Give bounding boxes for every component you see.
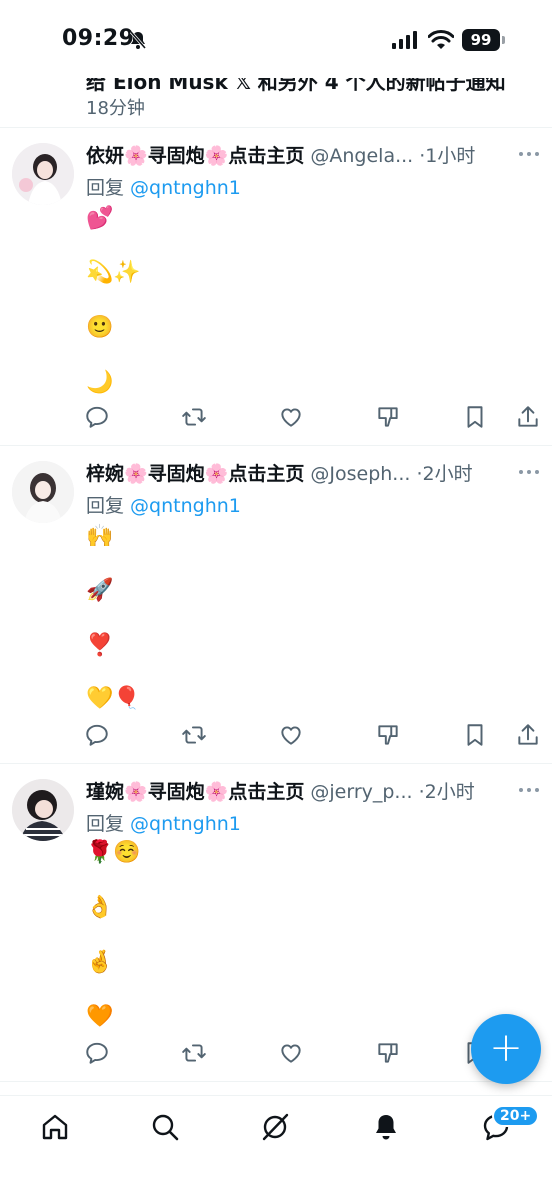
post-text-line: 🤞 [86,950,114,975]
compose-button[interactable]: + [471,1014,541,1084]
avatar[interactable] [12,779,74,841]
post[interactable]: 瑾婉🌸寻固炮🌸点击主页 @jerry_p... ·2小时 回复 @qntnghn… [0,765,552,1082]
like-icon[interactable] [278,404,304,430]
grok-icon[interactable] [260,1112,290,1142]
author-handle[interactable]: @Angela... [310,145,413,167]
reply-prefix: 回复 [86,177,131,199]
battery-tip [502,36,505,44]
compose-plus-label: + [489,1025,523,1071]
mention-link[interactable]: @qntnghn1 [130,813,241,835]
post[interactable]: 依妍🌸寻固炮🌸点击主页 @Angela... ·1小时 回复 @qntnghn1… [0,129,552,446]
post-text-line: 👌 [86,895,114,920]
mention-link[interactable]: @qntnghn1 [130,177,241,199]
reply-icon[interactable] [84,1040,110,1066]
messages-badge: 20+ [492,1105,540,1127]
post-time: ·1小时 [419,145,476,167]
post-text-line: 🧡 [86,1004,114,1029]
post-header: 依妍🌸寻固炮🌸点击主页 @Angela... ·1小时 [86,141,475,168]
dislike-icon[interactable] [375,1040,401,1066]
more-icon[interactable] [518,469,540,475]
search-icon[interactable] [150,1112,180,1142]
reply-to-line: 回复 @qntnghn1 [86,173,241,200]
reply-icon[interactable] [84,404,110,430]
reply-icon[interactable] [84,722,110,748]
signal-icon [392,31,417,49]
reply-to-line: 回复 @qntnghn1 [86,491,241,518]
share-icon[interactable] [515,722,541,748]
post-text-line: 🙌 [86,524,114,549]
post[interactable]: 梓婉🌸寻固炮🌸点击主页 @Joseph... ·2小时 回复 @qntnghn1… [0,447,552,764]
new-posts-notification[interactable]: 给 Elon Musk 𝕏 和另外 4 个人的新帖子通知 18分钟 [0,78,552,128]
notification-time: 18分钟 [86,98,145,119]
home-icon[interactable] [40,1112,70,1142]
more-icon[interactable] [518,151,540,157]
author-handle[interactable]: @Joseph... [310,463,410,485]
post-text-line: 💕 [86,206,114,231]
post-header: 瑾婉🌸寻固炮🌸点击主页 @jerry_p... ·2小时 [86,777,475,804]
post-text-line: 🙂 [86,315,114,340]
avatar[interactable] [12,461,74,523]
bookmark-icon[interactable] [462,722,488,748]
author-name[interactable]: 瑾婉🌸寻固炮🌸点击主页 [86,781,304,803]
more-icon[interactable] [518,787,540,793]
notification-text: 给 Elon Musk 𝕏 和另外 4 个人的新帖子通知 [86,78,506,94]
wifi-icon [428,30,454,49]
notifications-icon[interactable] [371,1112,401,1142]
reply-prefix: 回复 [86,813,131,835]
bookmark-icon[interactable] [462,404,488,430]
bell-off-icon [129,31,147,49]
post-text-line: 🚀 [86,578,114,603]
bottom-nav: 20+ [0,1095,552,1199]
repost-icon[interactable] [181,1040,207,1066]
post-text-line: 💛🎈 [86,686,141,711]
author-handle[interactable]: @jerry_p... [310,781,412,803]
post-text-line: 🌙 [86,370,114,395]
dislike-icon[interactable] [375,722,401,748]
battery-indicator: 99 [462,29,500,51]
repost-icon[interactable] [181,404,207,430]
reply-to-line: 回复 @qntnghn1 [86,809,241,836]
share-icon[interactable] [515,404,541,430]
like-icon[interactable] [278,722,304,748]
author-name[interactable]: 梓婉🌸寻固炮🌸点击主页 [86,463,304,485]
post-time: ·2小时 [418,781,475,803]
post-header: 梓婉🌸寻固炮🌸点击主页 @Joseph... ·2小时 [86,459,473,486]
dislike-icon[interactable] [375,404,401,430]
post-text-line: 🌹☺️ [86,840,141,865]
avatar[interactable] [12,143,74,205]
status-time: 09:29 [62,26,135,51]
reply-prefix: 回复 [86,495,131,517]
author-name[interactable]: 依妍🌸寻固炮🌸点击主页 [86,145,304,167]
post-text-line: 💫✨ [86,260,141,285]
post-text-line: ❣️ [86,633,114,658]
post-time: ·2小时 [416,463,473,485]
mention-link[interactable]: @qntnghn1 [130,495,241,517]
repost-icon[interactable] [181,722,207,748]
status-bar: 09:29 99 [0,0,552,78]
like-icon[interactable] [278,1040,304,1066]
